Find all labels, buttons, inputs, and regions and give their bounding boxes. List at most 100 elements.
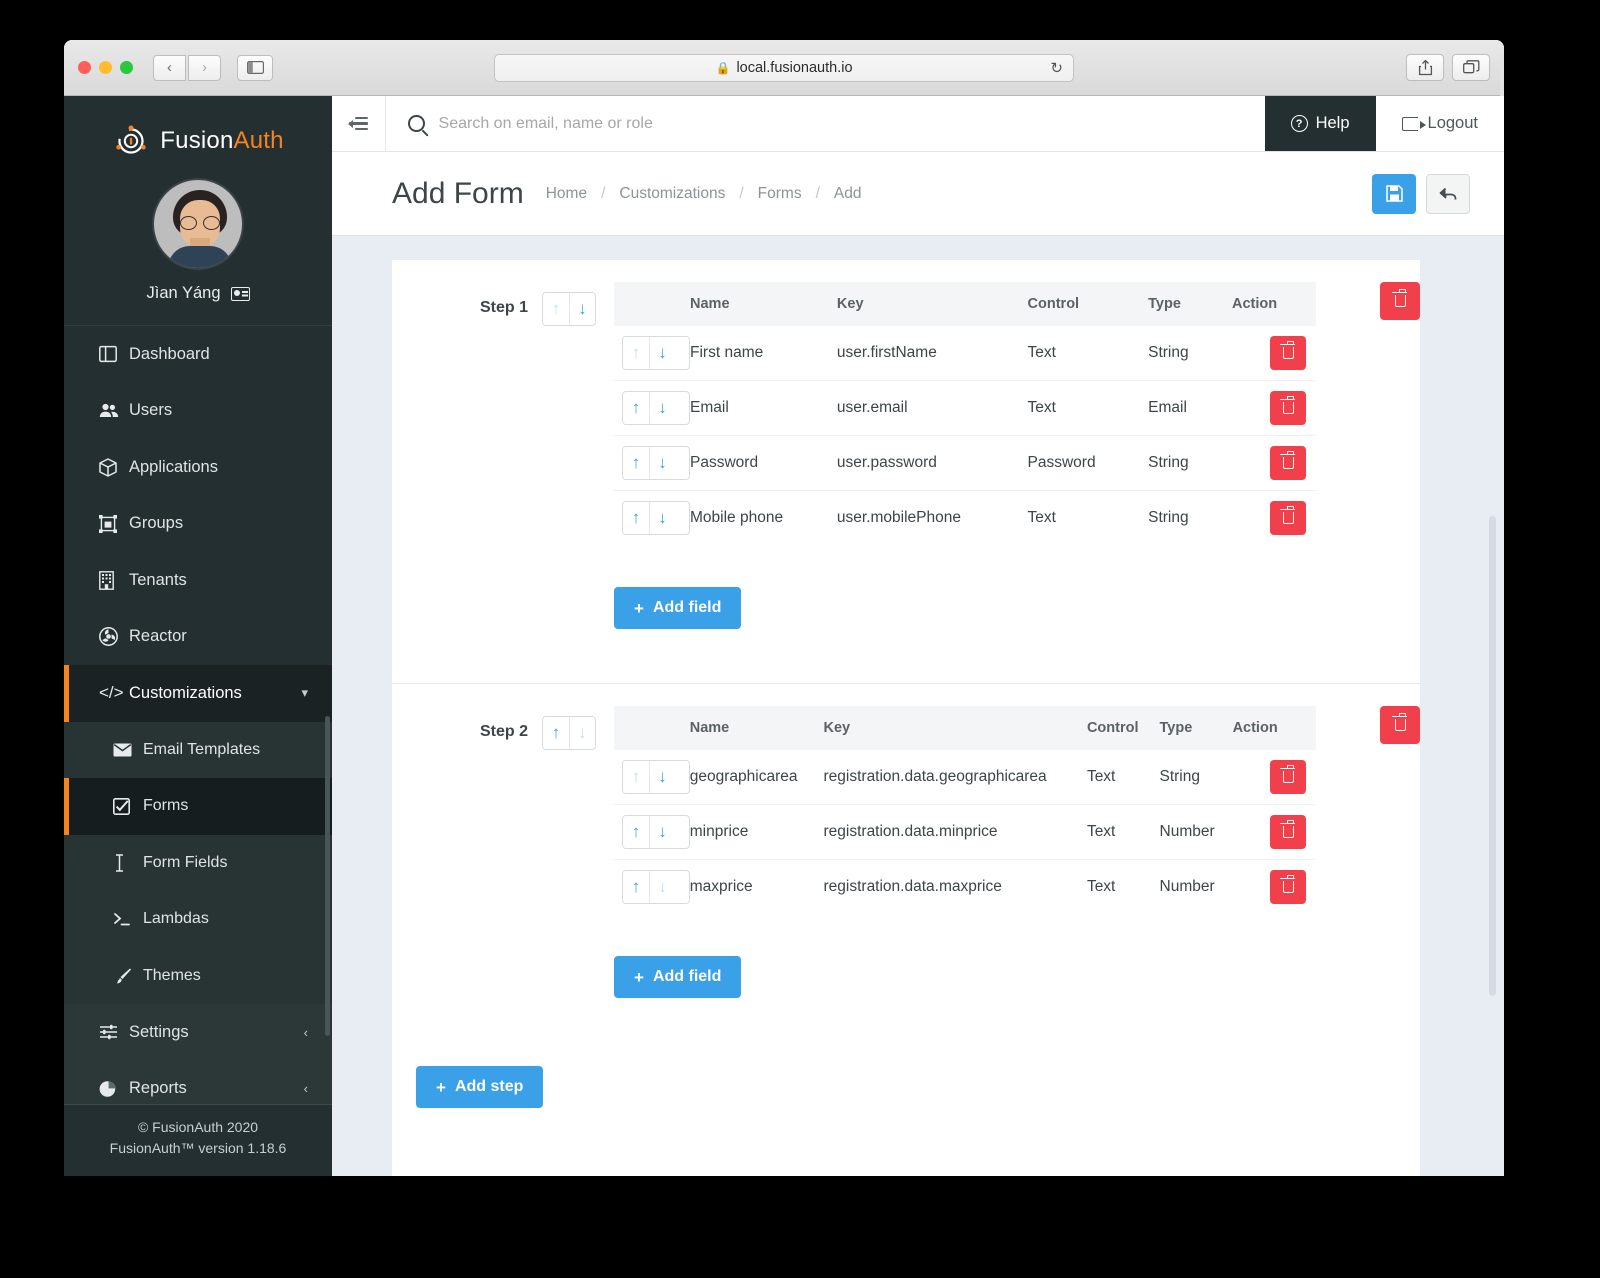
sidebar-label: Groups bbox=[129, 514, 184, 533]
arrow-down-icon[interactable]: ↓ bbox=[649, 337, 675, 369]
sidebar-item-reports[interactable]: Reports ‹ bbox=[64, 1060, 332, 1104]
url-text: local.fusionauth.io bbox=[736, 59, 853, 76]
row-move-group[interactable]: ↑ ↓ bbox=[622, 501, 691, 535]
arrow-up-icon[interactable]: ↑ bbox=[543, 293, 569, 325]
step-move-group[interactable]: ↑ ↓ bbox=[542, 716, 596, 750]
delete-field-button[interactable] bbox=[1270, 391, 1306, 425]
delete-step-button[interactable] bbox=[1380, 282, 1420, 320]
brand-logo[interactable]: FusionAuth bbox=[64, 96, 332, 178]
close-window-button[interactable] bbox=[78, 61, 91, 74]
navigation-buttons[interactable]: ‹ › bbox=[153, 54, 221, 81]
sidebar-item-email-templates[interactable]: Email Templates bbox=[64, 721, 332, 778]
id-card-icon[interactable] bbox=[230, 286, 250, 301]
window-controls[interactable] bbox=[78, 61, 133, 74]
table-row: ↑ ↓ geographicarea registration.data.geog… bbox=[614, 750, 1316, 805]
sidebar-item-dashboard[interactable]: Dashboard bbox=[64, 326, 332, 383]
arrow-down-icon[interactable]: ↓ bbox=[649, 392, 675, 424]
add-field-button[interactable]: + Add field bbox=[614, 587, 742, 629]
column-name: Name bbox=[690, 282, 837, 326]
row-move-group[interactable]: ↑ ↓ bbox=[622, 815, 690, 849]
step-table-col: Name Key Control Type Action ↑ ↓ geograp… bbox=[614, 706, 1420, 1052]
maximize-window-button[interactable] bbox=[120, 61, 133, 74]
help-button[interactable]: ? Help bbox=[1264, 96, 1376, 151]
delete-field-button[interactable] bbox=[1270, 501, 1306, 535]
sidebar-item-lambdas[interactable]: Lambdas bbox=[64, 891, 332, 948]
arrow-down-icon[interactable]: ↓ bbox=[569, 293, 595, 325]
arrow-down-icon[interactable]: ↓ bbox=[649, 871, 675, 903]
arrow-up-icon[interactable]: ↑ bbox=[623, 392, 649, 424]
arrow-down-icon[interactable]: ↓ bbox=[649, 761, 675, 793]
plus-icon: + bbox=[436, 1077, 446, 1097]
cell-control: Text bbox=[1086, 804, 1160, 860]
sidebar-item-forms[interactable]: Forms bbox=[64, 778, 332, 835]
cell-name: First name bbox=[690, 344, 764, 361]
delete-field-button[interactable] bbox=[1270, 336, 1306, 370]
sidebar-scrollbar[interactable] bbox=[325, 716, 330, 1036]
column-move bbox=[614, 706, 690, 750]
cell-control: Text bbox=[1027, 490, 1149, 545]
add-field-button[interactable]: + Add field bbox=[614, 956, 742, 998]
plus-icon: + bbox=[634, 598, 644, 618]
back-icon[interactable]: ‹ bbox=[153, 54, 186, 81]
arrow-down-icon[interactable]: ↓ bbox=[569, 717, 595, 749]
arrow-up-icon[interactable]: ↑ bbox=[623, 761, 649, 793]
delete-step-button[interactable] bbox=[1380, 706, 1420, 744]
delete-field-button[interactable] bbox=[1270, 815, 1306, 849]
delete-field-button[interactable] bbox=[1270, 870, 1306, 904]
sidebar-item-reactor[interactable]: Reactor bbox=[64, 609, 332, 666]
row-move-group[interactable]: ↑ ↓ bbox=[622, 870, 690, 904]
sidebar-item-customizations[interactable]: </> Customizations ▾ bbox=[64, 665, 332, 722]
avatar[interactable] bbox=[152, 178, 244, 270]
sidebar-item-settings[interactable]: Settings ‹ bbox=[64, 1004, 332, 1061]
row-move-group[interactable]: ↑ ↓ bbox=[622, 391, 691, 425]
sidebar-item-groups[interactable]: Groups bbox=[64, 496, 332, 553]
delete-field-button[interactable] bbox=[1270, 446, 1306, 480]
sidebar-item-applications[interactable]: Applications bbox=[64, 439, 332, 496]
breadcrumb-item-forms[interactable]: Forms bbox=[758, 185, 802, 203]
row-move-group[interactable]: ↑ ↓ bbox=[622, 446, 691, 480]
reload-icon[interactable]: ↻ bbox=[1050, 59, 1063, 77]
sidebar-toggle-icon[interactable] bbox=[237, 54, 273, 81]
add-field-label: Add field bbox=[652, 968, 722, 985]
arrow-down-icon[interactable]: ↓ bbox=[649, 447, 675, 479]
add-step-container: + Add step bbox=[392, 1052, 1420, 1138]
back-button[interactable] bbox=[1426, 173, 1470, 214]
address-bar[interactable]: 🔒 local.fusionauth.io ↻ bbox=[494, 53, 1074, 82]
row-move-group[interactable]: ↑ ↓ bbox=[622, 760, 690, 794]
tab-overview-icon[interactable] bbox=[1452, 54, 1490, 81]
cell-key: user.password bbox=[836, 435, 1028, 491]
content-scrollbar-track[interactable] bbox=[1488, 236, 1496, 1176]
row-move-group[interactable]: ↑ ↓ bbox=[622, 336, 691, 370]
breadcrumb-item-home[interactable]: Home bbox=[546, 185, 587, 203]
new-tab-icon[interactable]: + bbox=[1500, 54, 1504, 96]
cell-type: String bbox=[1148, 435, 1233, 491]
arrow-up-icon[interactable]: ↑ bbox=[623, 337, 649, 369]
delete-field-button[interactable] bbox=[1270, 760, 1306, 794]
sidebar-item-users[interactable]: Users bbox=[64, 383, 332, 440]
collapse-menu-icon[interactable] bbox=[332, 96, 386, 151]
share-icon[interactable] bbox=[1406, 54, 1444, 81]
add-step-button[interactable]: + Add step bbox=[416, 1066, 544, 1108]
sidebar-footer: © FusionAuth 2020 FusionAuth™ version 1.… bbox=[64, 1103, 332, 1176]
add-step-label: Add step bbox=[454, 1078, 524, 1095]
arrow-down-icon[interactable]: ↓ bbox=[649, 816, 675, 848]
forward-icon[interactable]: › bbox=[188, 54, 221, 81]
sidebar-item-tenants[interactable]: Tenants bbox=[64, 552, 332, 609]
arrow-down-icon[interactable]: ↓ bbox=[649, 502, 675, 534]
breadcrumb-item-customizations[interactable]: Customizations bbox=[619, 185, 725, 203]
step-label: Step 1 bbox=[479, 299, 528, 316]
search-input[interactable] bbox=[438, 114, 1265, 133]
arrow-up-icon[interactable]: ↑ bbox=[543, 717, 569, 749]
minimize-window-button[interactable] bbox=[99, 61, 112, 74]
save-button[interactable] bbox=[1372, 173, 1416, 214]
sidebar-item-form-fields[interactable]: Form Fields bbox=[64, 834, 332, 891]
arrow-up-icon[interactable]: ↑ bbox=[623, 447, 649, 479]
sidebar-item-themes[interactable]: Themes bbox=[64, 947, 332, 1004]
content-scrollbar-thumb[interactable] bbox=[1489, 516, 1496, 996]
logout-button[interactable]: Logout bbox=[1375, 96, 1504, 151]
arrow-up-icon[interactable]: ↑ bbox=[623, 816, 649, 848]
step-move-group[interactable]: ↑ ↓ bbox=[542, 292, 596, 326]
arrow-up-icon[interactable]: ↑ bbox=[623, 502, 649, 534]
arrow-up-icon[interactable]: ↑ bbox=[623, 871, 649, 903]
search-container[interactable] bbox=[386, 96, 1265, 151]
